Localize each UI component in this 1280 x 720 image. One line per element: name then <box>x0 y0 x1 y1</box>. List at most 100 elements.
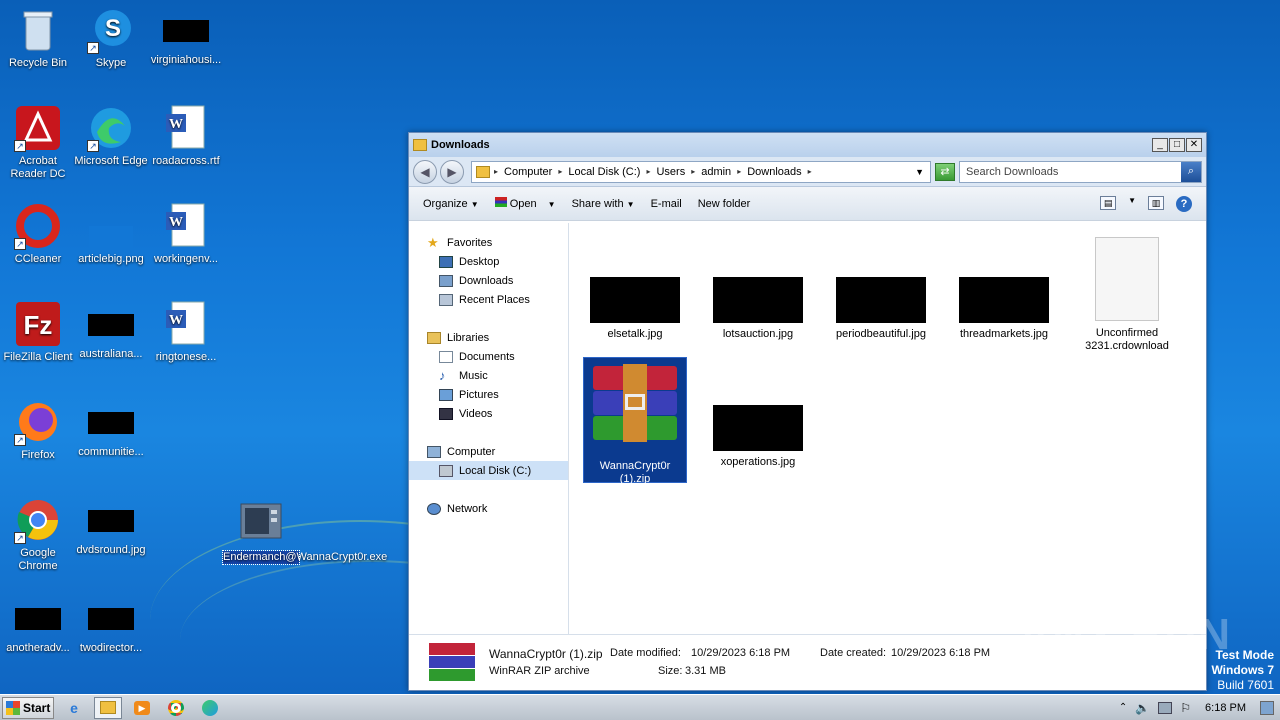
downloads-icon <box>439 274 453 287</box>
refresh-button[interactable]: ⇄ <box>935 162 955 181</box>
file-item-selected[interactable]: WannaCrypt0r (1).zip <box>583 357 687 485</box>
desktop-icon-skype[interactable]: S ↗ Skype <box>73 6 149 70</box>
chevron-up-icon[interactable]: ⌃ <box>1119 702 1127 713</box>
file-item[interactable]: threadmarkets.jpg <box>952 277 1056 341</box>
network-tray-icon[interactable] <box>1158 701 1173 714</box>
breadcrumb-local-disk[interactable]: Local Disk (C:) <box>568 166 640 178</box>
chevron-down-icon[interactable]: ▼ <box>915 167 924 177</box>
desktop-icon-file[interactable]: virginiahousi... <box>148 6 224 67</box>
change-view-icon[interactable]: ▤ <box>1100 195 1117 210</box>
volume-icon[interactable]: 🔈 <box>1135 701 1150 715</box>
share-with-button[interactable]: Share with ▼ <box>572 198 635 210</box>
window-titlebar[interactable]: Downloads _ □ ✕ <box>409 133 1206 157</box>
word-document-icon: W <box>162 104 210 152</box>
star-icon: ★ <box>427 234 439 250</box>
breadcrumb-computer[interactable]: Computer <box>504 166 552 178</box>
minimize-button[interactable]: _ <box>1152 138 1168 152</box>
desktop-icon-file[interactable]: articlebig.png <box>73 202 149 266</box>
nav-computer[interactable]: Computer <box>409 442 568 461</box>
desktop-icon-recycle-bin[interactable]: Recycle Bin <box>0 6 76 70</box>
nav-documents[interactable]: Documents <box>409 347 568 366</box>
desktop-icon-file[interactable]: dvdsround.jpg <box>73 496 149 557</box>
desktop-icon-file[interactable]: W ringtonese... <box>148 300 224 364</box>
search-input[interactable]: Search Downloads ⌕ <box>959 160 1202 183</box>
flag-icon[interactable]: ⚐ <box>1180 701 1191 715</box>
nav-label: Documents <box>459 350 515 363</box>
desktop-icon-chrome[interactable]: ↗ Google Chrome <box>0 496 76 573</box>
chevron-right-icon[interactable]: ▸ <box>558 167 562 176</box>
file-item[interactable]: lotsauction.jpg <box>706 277 810 341</box>
nav-label: Network <box>447 502 488 515</box>
nav-network[interactable]: Network <box>409 499 568 518</box>
close-button[interactable]: ✕ <box>1186 138 1202 152</box>
nav-recent-places[interactable]: Recent Places <box>409 290 568 309</box>
svg-text:W: W <box>169 117 183 132</box>
taskbar-media-player[interactable]: ▶ <box>128 697 156 719</box>
folder-icon <box>413 139 427 151</box>
nav-local-disk[interactable]: Local Disk (C:) <box>409 461 568 480</box>
desktop-icon-file[interactable]: W workingenv... <box>148 202 224 266</box>
details-size-label: Size: <box>658 665 683 677</box>
desktop-icon-file[interactable]: anotheradv... <box>0 594 76 655</box>
show-desktop-button[interactable] <box>1260 700 1274 715</box>
nav-music[interactable]: ♪ Music <box>409 366 568 385</box>
maximize-button[interactable]: □ <box>1169 138 1185 152</box>
desktop-icon-firefox[interactable]: ↗ Firefox <box>0 398 76 462</box>
chevron-right-icon[interactable]: ▸ <box>494 167 498 176</box>
help-icon[interactable]: ? <box>1176 195 1192 212</box>
address-bar[interactable]: ▸ Computer ▸ Local Disk (C:) ▸ Users ▸ a… <box>471 160 931 183</box>
desktop-icon-edge[interactable]: ↗ Microsoft Edge <box>73 104 149 168</box>
details-modified-value: 10/29/2023 6:18 PM <box>691 647 791 659</box>
chevron-right-icon[interactable]: ▸ <box>808 167 812 176</box>
image-thumbnail-icon <box>87 202 135 250</box>
clock[interactable]: 6:18 PM <box>1205 702 1246 714</box>
organize-button[interactable]: Organize ▼ <box>423 198 479 210</box>
nav-videos[interactable]: Videos <box>409 404 568 423</box>
chevron-down-icon: ▼ <box>626 199 635 209</box>
search-icon[interactable]: ⌕ <box>1181 161 1201 182</box>
image-thumbnail-icon <box>959 277 1049 323</box>
open-button[interactable]: Open ▼ <box>494 197 556 210</box>
file-item[interactable]: elsetalk.jpg <box>583 277 687 341</box>
chevron-right-icon[interactable]: ▸ <box>646 167 650 176</box>
anyrun-watermark: ANY RUN <box>1018 610 1232 659</box>
breadcrumb-downloads[interactable]: Downloads <box>747 166 801 178</box>
file-item[interactable]: periodbeautiful.jpg <box>829 277 933 341</box>
file-item[interactable]: xoperations.jpg <box>706 405 810 469</box>
chevron-down-icon[interactable]: ▼ <box>1128 196 1136 212</box>
desktop-icon-ccleaner[interactable]: ↗ CCleaner <box>0 202 76 266</box>
nav-downloads[interactable]: Downloads <box>409 271 568 290</box>
chevron-right-icon[interactable]: ▸ <box>691 167 695 176</box>
taskbar-explorer[interactable] <box>94 696 122 719</box>
chevron-right-icon[interactable]: ▸ <box>737 167 741 176</box>
desktop-icon-file[interactable]: twodirector... <box>73 594 149 655</box>
taskbar-internet-explorer[interactable]: e <box>60 697 88 719</box>
desktop-icon-acrobat[interactable]: ↗ Acrobat Reader DC <box>0 104 76 181</box>
nav-libraries[interactable]: Libraries <box>409 328 568 347</box>
desktop-icon-filezilla[interactable]: Fz FileZilla Client <box>0 300 76 364</box>
start-button[interactable]: Start <box>2 696 54 719</box>
taskbar-chrome[interactable] <box>162 697 190 719</box>
nav-desktop[interactable]: Desktop <box>409 252 568 271</box>
address-row: ◀ ▶ ▸ Computer ▸ Local Disk (C:) ▸ Users… <box>409 157 1206 187</box>
window-title: Downloads <box>431 139 490 151</box>
desktop-icon-wannacrypt-exe[interactable]: Endermanch@WannaCrypt0r.exe <box>222 500 387 565</box>
desktop-icon-file[interactable]: W roadacross.rtf <box>148 104 224 168</box>
file-list: elsetalk.jpg lotsauction.jpg periodbeaut… <box>569 223 1206 636</box>
new-folder-button[interactable]: New folder <box>698 198 751 210</box>
nav-favorites[interactable]: ★ Favorites <box>409 233 568 252</box>
nav-pictures[interactable]: Pictures <box>409 385 568 404</box>
desktop-icon-file[interactable]: australiana... <box>73 300 149 361</box>
breadcrumb-users[interactable]: Users <box>656 166 685 178</box>
details-modified-label: Date modified: <box>610 647 681 659</box>
file-item[interactable]: Unconfirmed 3231.crdownload <box>1075 237 1179 353</box>
taskbar-edge[interactable] <box>196 697 224 719</box>
back-button[interactable]: ◀ <box>413 159 437 184</box>
breadcrumb-admin[interactable]: admin <box>701 166 731 178</box>
file-name: xoperations.jpg <box>720 456 796 468</box>
preview-pane-icon[interactable]: ▥ <box>1148 195 1164 210</box>
email-button[interactable]: E-mail <box>651 198 682 210</box>
desktop-icon-file[interactable]: communitie... <box>73 398 149 459</box>
forward-button[interactable]: ▶ <box>440 159 464 184</box>
winrar-archive-icon <box>429 643 475 681</box>
